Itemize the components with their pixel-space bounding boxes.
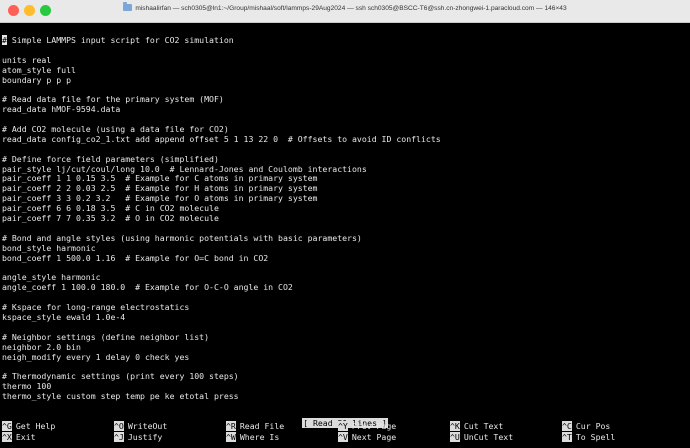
shortcut-prev-page[interactable]: ^Y Prev Page (338, 421, 396, 431)
shortcut-key: ^Y (338, 421, 348, 431)
editor-line[interactable]: read_data hMOF-9594.data (2, 104, 688, 115)
editor-line[interactable] (2, 263, 688, 273)
shortcut-label: Where Is (239, 432, 280, 442)
status-bar: [ Read 51 lines ] (0, 411, 690, 428)
shortcut-cut-text[interactable]: ^K Cut Text (450, 421, 503, 431)
editor-line[interactable] (2, 46, 688, 56)
shortcut-writeout[interactable]: ^O WriteOut (114, 421, 167, 431)
shortcut-where-is[interactable]: ^W Where Is (226, 432, 279, 442)
editor-line[interactable]: # Thermodynamic settings (print every 10… (2, 371, 688, 382)
editor-line[interactable]: pair_coeff 7 7 0.35 3.2 # O in CO2 molec… (2, 213, 688, 224)
shortcut-key: ^U (450, 432, 460, 442)
editor-line[interactable]: neigh_modify every 1 delay 0 check yes (2, 352, 688, 363)
shortcut-label: Exit (15, 432, 36, 442)
editor-line[interactable]: # Neighbor settings (define neighbor lis… (2, 332, 688, 343)
editor-line[interactable]: boundary p p p (2, 75, 688, 86)
shortcut-label: Read File (239, 421, 285, 431)
editor-line[interactable]: bond_coeff 1 500.0 1.16 # Example for O=… (2, 253, 688, 264)
editor-line[interactable]: read_data config_co2_1.txt add append of… (2, 134, 688, 145)
editor-line[interactable]: # Simple LAMMPS input script for CO2 sim… (2, 35, 688, 46)
terminal-window: mishaalirfan — sch0305@ln1:~/Group/misha… (0, 0, 690, 448)
folder-icon (123, 2, 133, 11)
shortcut-key: ^T (562, 432, 572, 442)
shortcut-key: ^C (562, 421, 572, 431)
shortcut-label: Next Page (351, 432, 397, 442)
shortcut-justify[interactable]: ^J Justify (114, 432, 162, 442)
shortcut-label: Cur Pos (575, 421, 611, 431)
editor-line[interactable]: units real (2, 55, 688, 66)
shortcut-key: ^K (450, 421, 460, 431)
shortcut-key: ^G (2, 421, 12, 431)
editor-line[interactable]: thermo_style custom step temp pe ke etot… (2, 391, 688, 402)
shortcut-cur-pos[interactable]: ^C Cur Pos (562, 421, 610, 431)
shortcut-label: WriteOut (127, 421, 168, 431)
shortcut-key: ^X (2, 432, 12, 442)
shortcut-key: ^W (226, 432, 236, 442)
shortcut-label: Justify (127, 432, 163, 442)
title-bar[interactable]: mishaalirfan — sch0305@ln1:~/Group/misha… (0, 0, 690, 23)
nano-editor-text-area[interactable]: # Simple LAMMPS input script for CO2 sim… (2, 35, 688, 402)
editor-line[interactable]: atom_style full (2, 65, 688, 76)
shortcut-uncut-text[interactable]: ^U UnCut Text (450, 432, 513, 442)
editor-line[interactable]: kspace_style ewald 1.0e-4 (2, 312, 688, 323)
editor-line[interactable]: # Bond and angle styles (using harmonic … (2, 233, 688, 244)
shortcut-key: ^O (114, 421, 124, 431)
editor-line[interactable]: angle_coeff 1 100.0 180.0 # Example for … (2, 282, 688, 293)
shortcut-help-bar: ^G Get Help ^X Exit ^O WriteOut ^J Justify ^R Rea… (0, 421, 690, 443)
shortcut-next-page[interactable]: ^V Next Page (338, 432, 396, 442)
shortcut-to-spell[interactable]: ^T To Spell (562, 432, 615, 442)
shortcut-get-help[interactable]: ^G Get Help (2, 421, 55, 431)
window-title-text: mishaalirfan — sch0305@ln1:~/Group/misha… (135, 5, 567, 12)
shortcut-key: ^R (226, 421, 236, 431)
shortcut-exit[interactable]: ^X Exit (2, 432, 36, 442)
shortcut-key: ^J (114, 432, 124, 442)
shortcut-key: ^V (338, 432, 348, 442)
shortcut-read-file[interactable]: ^R Read File (226, 421, 284, 431)
window-title: mishaalirfan — sch0305@ln1:~/Group/misha… (0, 2, 690, 12)
shortcut-label: To Spell (575, 432, 616, 442)
editor-line-text: Simple LAMMPS input script for CO2 simul… (6, 35, 234, 45)
shortcut-label: Prev Page (351, 421, 397, 431)
shortcut-label: Get Help (15, 421, 56, 431)
shortcut-label: Cut Text (463, 421, 504, 431)
shortcut-label: UnCut Text (463, 432, 514, 442)
